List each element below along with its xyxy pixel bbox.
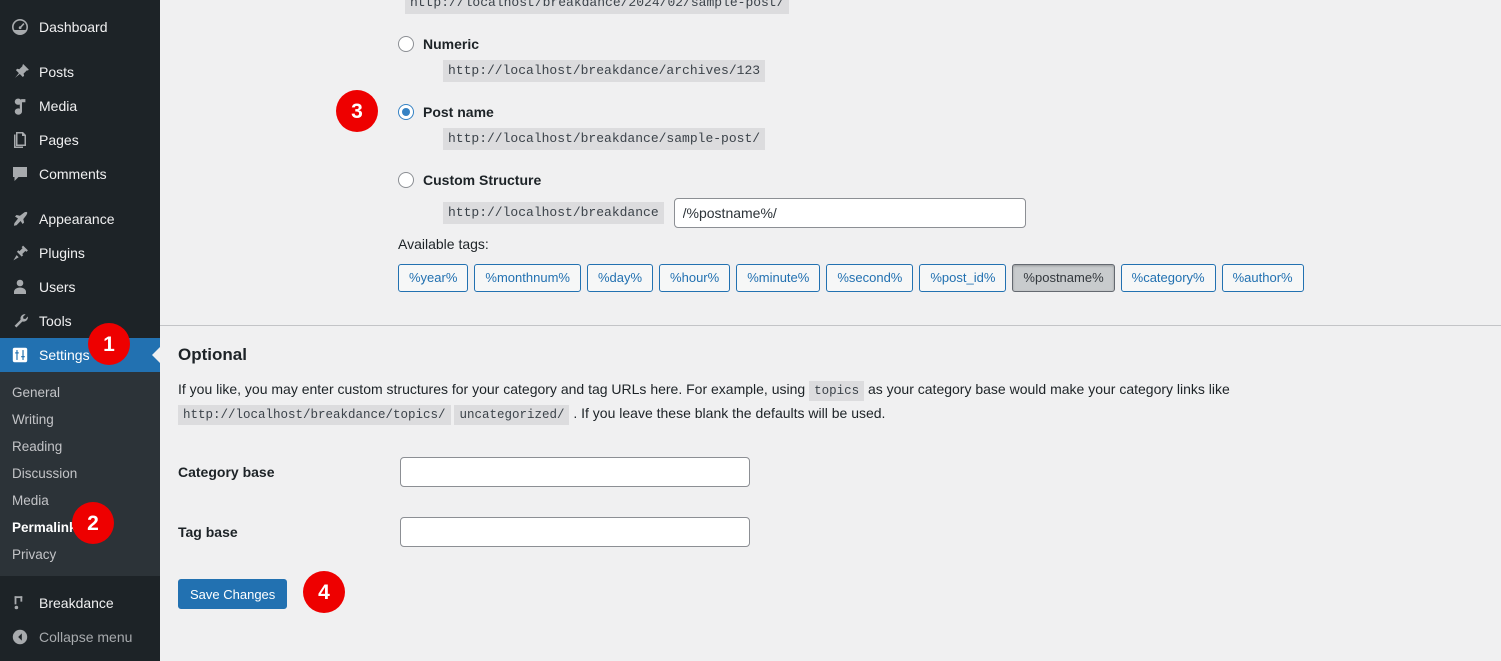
tag-base-row: Tag base — [178, 517, 1481, 547]
annotation-badge-2: 2 — [72, 502, 114, 544]
optional-description: If you like, you may enter custom struct… — [178, 377, 1428, 425]
tag-button-category[interactable]: %category% — [1120, 264, 1216, 292]
pin-icon — [10, 62, 30, 82]
tag-button-hour[interactable]: %hour% — [659, 264, 731, 292]
category-base-input[interactable] — [400, 457, 750, 487]
admin-sidebar: Dashboard Posts Media Pages Comments App… — [0, 0, 160, 661]
collapse-menu-label: Collapse menu — [39, 629, 133, 645]
sidebar-item-label: Dashboard — [39, 19, 108, 35]
desc-code-category-url: http://localhost/breakdance/topics/ — [178, 405, 451, 425]
sidebar-item-label: Media — [39, 98, 78, 114]
annotation-badge-3: 3 — [336, 90, 378, 132]
submenu-item-general[interactable]: General — [0, 379, 160, 406]
sidebar-item-label: Comments — [39, 166, 107, 182]
submenu-item-privacy[interactable]: Privacy — [0, 541, 160, 568]
custom-structure-radio-label: Custom Structure — [398, 172, 1026, 188]
sidebar-item-posts[interactable]: Posts — [0, 55, 160, 89]
tag-base-label: Tag base — [178, 524, 238, 540]
settings-sliders-icon — [10, 345, 30, 365]
category-base-row: Category base — [178, 457, 1481, 487]
permalink-example-day-and-name: http://localhost/breakdance/2024/02/samp… — [405, 0, 790, 14]
permalink-option-custom-structure[interactable]: Custom Structure http://localhost/breakd… — [398, 172, 1026, 228]
breakdance-icon — [10, 593, 30, 613]
post-name-example-wrap: http://localhost/breakdance/sample-post/ — [398, 128, 766, 150]
custom-structure-radio[interactable] — [398, 172, 414, 188]
available-tags-label: Available tags: — [398, 236, 489, 252]
submit-row: Save Changes — [178, 579, 1481, 609]
category-base-label: Category base — [178, 464, 275, 480]
tag-button-second[interactable]: %second% — [826, 264, 914, 292]
desc-text-1: If you like, you may enter custom struct… — [178, 381, 806, 397]
numeric-radio[interactable] — [398, 36, 414, 52]
sidebar-item-label: Posts — [39, 64, 75, 80]
desc-code-topics: topics — [809, 381, 865, 401]
collapse-arrow-icon — [10, 628, 30, 646]
annotation-badge-1: 1 — [88, 323, 130, 365]
users-icon — [10, 277, 30, 297]
option-label: Custom Structure — [423, 172, 542, 188]
optional-section: Optional If you like, you may enter cust… — [178, 345, 1481, 609]
post-name-radio[interactable] — [398, 104, 414, 120]
comments-icon — [10, 164, 30, 184]
numeric-radio-label: Numeric — [398, 36, 765, 52]
wrench-icon — [10, 311, 30, 331]
sidebar-item-appearance[interactable]: Appearance — [0, 202, 160, 236]
desc-text-2: as your category base would make your ca… — [867, 381, 1230, 397]
sidebar-item-users[interactable]: Users — [0, 270, 160, 304]
dashboard-icon — [10, 17, 30, 37]
media-icon — [10, 96, 30, 116]
sidebar-item-settings[interactable]: Settings — [0, 338, 160, 372]
sidebar-item-comments[interactable]: Comments — [0, 157, 160, 191]
tag-button-author[interactable]: %author% — [1221, 264, 1304, 292]
permalink-option-post-name[interactable]: Post name http://localhost/breakdance/sa… — [398, 104, 766, 150]
pages-icon — [10, 130, 30, 150]
sidebar-item-label: Settings — [39, 347, 90, 363]
tag-button-day[interactable]: %day% — [586, 264, 654, 292]
tag-button-year[interactable]: %year% — [398, 264, 469, 292]
sidebar-item-dashboard[interactable]: Dashboard — [0, 10, 160, 44]
sidebar-item-label: Plugins — [39, 245, 85, 261]
submenu-item-reading[interactable]: Reading — [0, 433, 160, 460]
sidebar-item-label: Pages — [39, 132, 79, 148]
tag-button-postname[interactable]: %postname% — [1012, 264, 1115, 292]
sidebar-item-label: Breakdance — [39, 595, 114, 611]
available-tags-list: %year% %monthnum% %day% %hour% %minute% … — [398, 264, 1304, 292]
sidebar-item-media[interactable]: Media — [0, 89, 160, 123]
submenu-item-discussion[interactable]: Discussion — [0, 460, 160, 487]
tag-base-input[interactable] — [400, 517, 750, 547]
sidebar-item-label: Tools — [39, 313, 72, 329]
plugin-icon — [10, 243, 30, 263]
permalink-example-post-name: http://localhost/breakdance/sample-post/ — [443, 128, 766, 150]
submenu-item-writing[interactable]: Writing — [0, 406, 160, 433]
desc-text-3: . If you leave these blank the defaults … — [573, 405, 886, 421]
sidebar-item-label: Appearance — [39, 211, 115, 227]
sidebar-item-tools[interactable]: Tools — [0, 304, 160, 338]
appearance-icon — [10, 209, 30, 229]
sidebar-item-breakdance[interactable]: Breakdance — [0, 586, 160, 620]
custom-structure-input[interactable] — [673, 198, 1026, 228]
settings-submenu: General Writing Reading Discussion Media… — [0, 372, 160, 576]
sidebar-item-pages[interactable]: Pages — [0, 123, 160, 157]
tag-button-monthnum[interactable]: %monthnum% — [474, 264, 581, 292]
desc-code-uncategorized: uncategorized/ — [454, 405, 570, 425]
option-label: Numeric — [423, 36, 480, 52]
optional-title: Optional — [178, 345, 247, 364]
sidebar-item-label: Users — [39, 279, 76, 295]
collapse-menu-button[interactable]: Collapse menu — [0, 620, 160, 654]
custom-structure-row: http://localhost/breakdance — [398, 198, 1026, 228]
permalink-option-numeric[interactable]: Numeric http://localhost/breakdance/arch… — [398, 36, 766, 82]
available-tags-section: Available tags: %year% %monthnum% %day% … — [398, 236, 1304, 292]
annotation-badge-4: 4 — [303, 571, 345, 613]
custom-structure-prefix: http://localhost/breakdance — [443, 202, 664, 224]
option-label: Post name — [423, 104, 494, 120]
post-name-radio-label: Post name — [398, 104, 765, 120]
tag-button-minute[interactable]: %minute% — [736, 264, 821, 292]
numeric-example-wrap: http://localhost/breakdance/archives/123 — [398, 60, 766, 82]
sidebar-item-plugins[interactable]: Plugins — [0, 236, 160, 270]
permalink-example-numeric: http://localhost/breakdance/archives/123 — [443, 60, 766, 82]
tag-button-post-id[interactable]: %post_id% — [919, 264, 1007, 292]
section-divider — [160, 325, 1501, 326]
save-changes-button[interactable]: Save Changes — [178, 579, 288, 609]
